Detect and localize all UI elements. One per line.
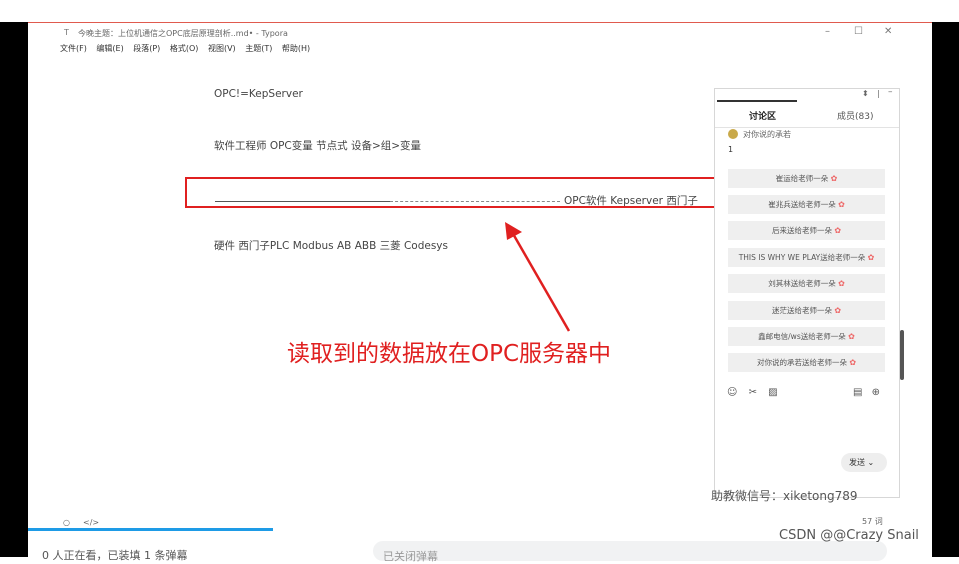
red-annotation-text: 读取到的数据放在OPC服务器中 <box>287 341 612 367</box>
viewer-count-text: 0 人正在看，已装填 1 条弹幕 <box>42 549 188 562</box>
flower-icon: ✿ <box>838 200 845 209</box>
send-button[interactable]: 发送 ⌄ <box>841 453 887 472</box>
pin-icon[interactable]: ⬍ <box>862 89 869 98</box>
tab-discussion[interactable]: 讨论区 <box>749 109 776 122</box>
chat-toolbar-left: ☺ ✂ ▨ <box>727 387 786 398</box>
collapse-icon[interactable]: – <box>888 87 893 97</box>
flower-icon: ✿ <box>834 226 842 235</box>
active-tab-indicator <box>717 100 797 102</box>
flower-icon: ✿ <box>867 253 875 262</box>
notes-icon[interactable]: ▤ <box>853 387 862 398</box>
gift-message: THIS IS WHY WE PLAY送给老师一朵 ✿ <box>728 248 885 267</box>
gift-message: 崔运给老师一朵 ✿ <box>728 169 885 188</box>
chat-scrollbar[interactable] <box>900 330 904 380</box>
gift-message: 鑫邮电信/ws送给老师一朵 ✿ <box>728 327 885 346</box>
emoji-icon[interactable]: ☺ <box>727 387 737 398</box>
danmu-input[interactable]: 已关闭弹幕 <box>373 541 887 563</box>
gift-message: 后来送给老师一朵 ✿ <box>728 221 885 240</box>
chat-user-name: 对你说的承若 <box>728 129 791 140</box>
chat-panel: ⬍ | – 讨论区 成员(83) 对你说的承若 1 崔运给老师一朵 ✿ 崔兆兵送… <box>714 87 900 498</box>
gift-message: 崔兆兵送给老师一朵 ✿ <box>728 195 885 214</box>
assistant-wechat-watermark: 助教微信号：xiketong789 <box>711 489 858 503</box>
video-progress-bar[interactable] <box>28 528 273 531</box>
gift-message: 迷茫送给老师一朵 ✿ <box>728 301 885 320</box>
flower-icon: ✿ <box>849 358 857 367</box>
chat-toolbar-right: ▤ ⊕ <box>853 387 880 398</box>
word-count: 57 词 <box>862 517 883 526</box>
scissors-icon[interactable]: ✂ <box>749 387 757 398</box>
flower-icon: ✿ <box>834 306 842 315</box>
tab-members[interactable]: 成员(83) <box>837 109 873 122</box>
flower-icon: ✿ <box>830 174 838 183</box>
flower-icon: ✿ <box>848 332 855 341</box>
flower-icon: ✿ <box>838 279 845 288</box>
chat-message: 1 <box>728 145 734 154</box>
user-avatar-icon <box>728 129 738 139</box>
gift-message: 刘其林送给老师一朵 ✿ <box>728 274 885 293</box>
image-icon[interactable]: ▨ <box>768 387 777 398</box>
divider-icon: | <box>877 89 880 98</box>
chat-tabs: 讨论区 成员(83) <box>715 100 899 128</box>
gift-message: 对你说的承若送给老师一朵 ✿ <box>728 353 885 372</box>
csdn-watermark: CSDN @@Crazy Snail <box>779 528 919 543</box>
add-icon[interactable]: ⊕ <box>872 387 880 398</box>
